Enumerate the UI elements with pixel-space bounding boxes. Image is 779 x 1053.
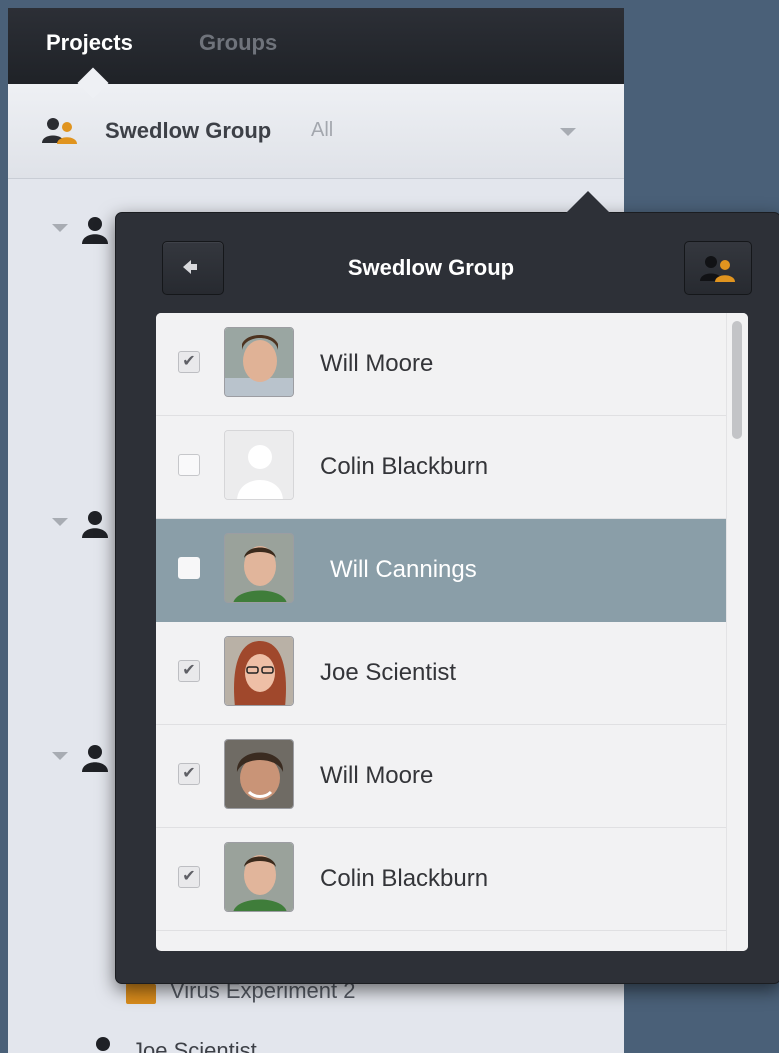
member-row[interactable]: ✔ Colin Blackburn [156,828,726,931]
user-icon [82,745,108,772]
group-users-icon [42,118,77,144]
group-users-icon [700,256,735,282]
group-switch-button[interactable] [684,241,752,295]
chevron-down-icon[interactable] [560,128,576,136]
member-checkbox[interactable]: ✔ [178,351,200,373]
member-name: Will Cannings [330,556,477,583]
avatar [224,327,294,397]
group-filter: All [311,119,334,141]
member-row[interactable]: Colin Blackburn [156,416,726,519]
avatar [224,739,294,809]
member-name: Will Moore [320,350,434,377]
user-label: Joe Scientist [132,1038,257,1053]
group-selector[interactable]: Swedlow Group All [8,67,624,179]
tree-user-node[interactable] [52,510,112,540]
member-picker-popover: Swedlow Group ✔ Will Moore Colin Blackbu… [115,191,779,984]
user-icon [82,511,108,538]
popover-title: Swedlow Group [347,255,515,280]
popover-arrow [566,191,610,213]
avatar [224,533,294,603]
member-name: Joe Scientist [320,659,457,686]
member-row[interactable]: ✔ Joe Scientist [156,622,726,725]
tree-user-node[interactable] [52,744,112,774]
placeholder-user-icon [224,430,294,500]
member-row-selected[interactable]: Will Cannings [156,519,726,622]
member-checkbox[interactable]: ✔ [178,660,200,682]
tab-bar: Projects Groups [8,8,624,84]
member-checkbox[interactable] [178,454,200,476]
member-checkbox[interactable]: ✔ [178,763,200,785]
tab-projects[interactable]: Projects [46,30,133,56]
group-name: Swedlow Group [105,118,272,143]
folder-icon [126,979,156,1004]
member-list[interactable]: ✔ Will Moore Colin Blackburn Will Cannin… [156,313,748,951]
expand-triangle-icon[interactable] [52,752,68,760]
member-name: Colin Blackburn [320,453,489,480]
user-icon [82,217,108,244]
member-checkbox[interactable]: ✔ [178,866,200,888]
tree-user-node[interactable]: Joe Scientist [82,1032,482,1053]
member-name: Will Moore [320,762,434,789]
tree-user-node[interactable] [52,216,112,246]
avatar [224,842,294,912]
member-name: Colin Blackburn [320,865,489,892]
expand-triangle-icon[interactable] [52,518,68,526]
member-checkbox[interactable] [178,557,200,579]
member-row[interactable]: ✔ Will Moore [156,313,726,416]
tab-groups[interactable]: Groups [199,30,277,56]
scrollbar-thumb[interactable] [732,321,742,439]
expand-triangle-icon[interactable] [52,224,68,232]
member-row[interactable]: ✔ Will Moore [156,725,726,828]
avatar [224,636,294,706]
